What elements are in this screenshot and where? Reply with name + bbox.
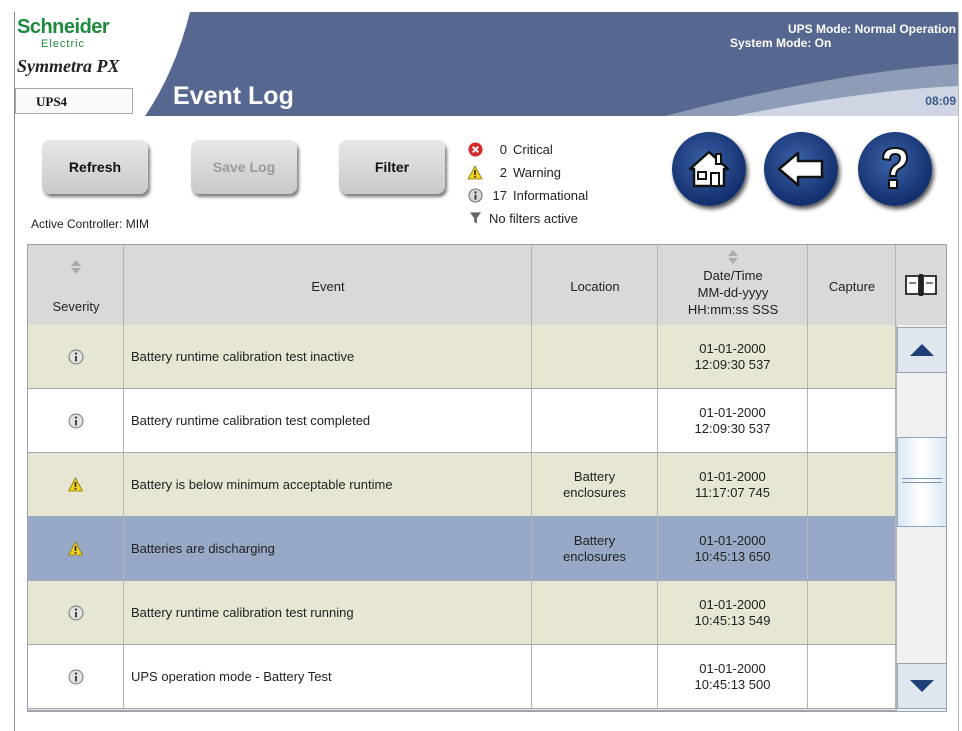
datetime-cell: 01-01-2000 10:45:13 650 <box>658 517 808 580</box>
page-title: Event Log <box>173 82 294 110</box>
capture-cell <box>808 389 896 452</box>
table-row[interactable]: UPS operation mode - Battery Test 01-01-2… <box>28 645 896 709</box>
event-cell: Battery runtime calibration test inactiv… <box>124 325 532 388</box>
product-name: Symmetra PX <box>17 56 120 76</box>
capture-header: Capture <box>808 245 896 325</box>
table-row-partial <box>28 709 896 711</box>
table-row[interactable]: Battery runtime calibration test complet… <box>28 389 896 453</box>
event-cell: UPS operation mode - Battery Test <box>124 645 532 708</box>
event-header: Event <box>124 245 532 325</box>
filter-button[interactable]: Filter <box>339 140 445 194</box>
event-cell: Battery runtime calibration test complet… <box>124 389 532 452</box>
severity-cell <box>28 325 124 388</box>
location-header: Location <box>532 245 658 325</box>
back-arrow-icon <box>777 151 824 187</box>
table-row[interactable]: Battery runtime calibration test inactiv… <box>28 325 896 389</box>
scroll-up-button[interactable] <box>897 327 946 373</box>
table-row[interactable]: Battery is below minimum acceptable runt… <box>28 453 896 517</box>
location-cell: Battery enclosures <box>532 517 658 580</box>
warning-icon <box>467 164 483 180</box>
active-controller: Active Controller: MIM <box>31 217 150 231</box>
info-summary: 17 Informational <box>467 186 588 204</box>
severity-cell <box>28 581 124 644</box>
triangle-up-icon <box>910 344 934 356</box>
scrollbar[interactable] <box>896 325 946 711</box>
capture-cell <box>808 453 896 516</box>
home-icon <box>688 150 730 188</box>
location-cell <box>532 645 658 708</box>
unit-label: UPS4 <box>36 94 68 109</box>
location-cell <box>532 325 658 388</box>
unit-box: UPS4 <box>15 88 133 114</box>
severity-cell <box>28 645 124 708</box>
info-icon <box>467 187 483 203</box>
datetime-cell: 01-01-2000 10:45:13 500 <box>658 645 808 708</box>
datetime-cell: 01-01-2000 12:09:30 537 <box>658 325 808 388</box>
sort-icon <box>728 250 738 264</box>
event-cell: Batteries are discharging <box>124 517 532 580</box>
location-cell <box>532 389 658 452</box>
clock: 08:09 <box>925 94 956 108</box>
help-button[interactable] <box>858 132 932 206</box>
sort-icon <box>71 260 81 274</box>
table-row[interactable]: Batteries are discharging Battery enclosur… <box>28 517 896 581</box>
scroll-down-button[interactable] <box>897 663 946 709</box>
info-icon <box>68 669 84 685</box>
critical-summary: 0 Critical <box>467 140 553 158</box>
capture-cell <box>808 645 896 708</box>
refresh-button[interactable]: Refresh <box>42 140 148 194</box>
event-cell: Battery is below minimum acceptable runt… <box>124 453 532 516</box>
datetime-cell: 01-01-2000 10:45:13 549 <box>658 581 808 644</box>
book-icon <box>905 274 937 296</box>
brand-sub: Electric <box>41 38 86 50</box>
funnel-icon <box>467 210 483 226</box>
column-chooser[interactable] <box>896 245 946 325</box>
datetime-cell: 01-01-2000 12:09:30 537 <box>658 389 808 452</box>
back-button[interactable] <box>764 132 838 206</box>
app-window: Schneider Electric Symmetra PX UPS4 Even… <box>14 12 959 731</box>
event-log-table: Severity Event Location Date/Time MM-dd-… <box>27 244 947 712</box>
table-row[interactable]: Battery runtime calibration test running… <box>28 581 896 645</box>
ups-mode: UPS Mode: Normal Operation <box>787 22 956 36</box>
severity-cell <box>28 453 124 516</box>
critical-icon <box>467 141 483 157</box>
severity-header[interactable]: Severity <box>28 245 124 325</box>
header-bar: Schneider Electric Symmetra PX UPS4 Even… <box>15 12 958 116</box>
capture-cell <box>808 325 896 388</box>
location-cell <box>532 581 658 644</box>
scroll-thumb[interactable] <box>897 437 946 527</box>
info-icon <box>68 349 84 365</box>
help-icon <box>881 146 909 189</box>
event-cell: Battery runtime calibration test running <box>124 581 532 644</box>
datetime-header[interactable]: Date/Time MM-dd-yyyy HH:mm:ss SSS <box>658 245 808 325</box>
warning-icon <box>67 541 84 556</box>
info-icon <box>68 413 84 429</box>
capture-cell <box>808 581 896 644</box>
save-log-button[interactable]: Save Log <box>191 140 297 194</box>
capture-cell <box>808 517 896 580</box>
location-cell: Battery enclosures <box>532 453 658 516</box>
triangle-down-icon <box>910 680 934 692</box>
info-icon <box>68 605 84 621</box>
severity-cell <box>28 517 124 580</box>
system-mode: System Mode: On <box>730 36 832 50</box>
datetime-cell: 01-01-2000 11:17:07 745 <box>658 453 808 516</box>
severity-cell <box>28 389 124 452</box>
brand-logo: Schneider <box>17 16 110 38</box>
home-button[interactable] <box>672 132 746 206</box>
warning-summary: 2 Warning <box>467 163 561 181</box>
warning-icon <box>67 477 84 492</box>
filter-status: No filters active <box>467 209 578 227</box>
